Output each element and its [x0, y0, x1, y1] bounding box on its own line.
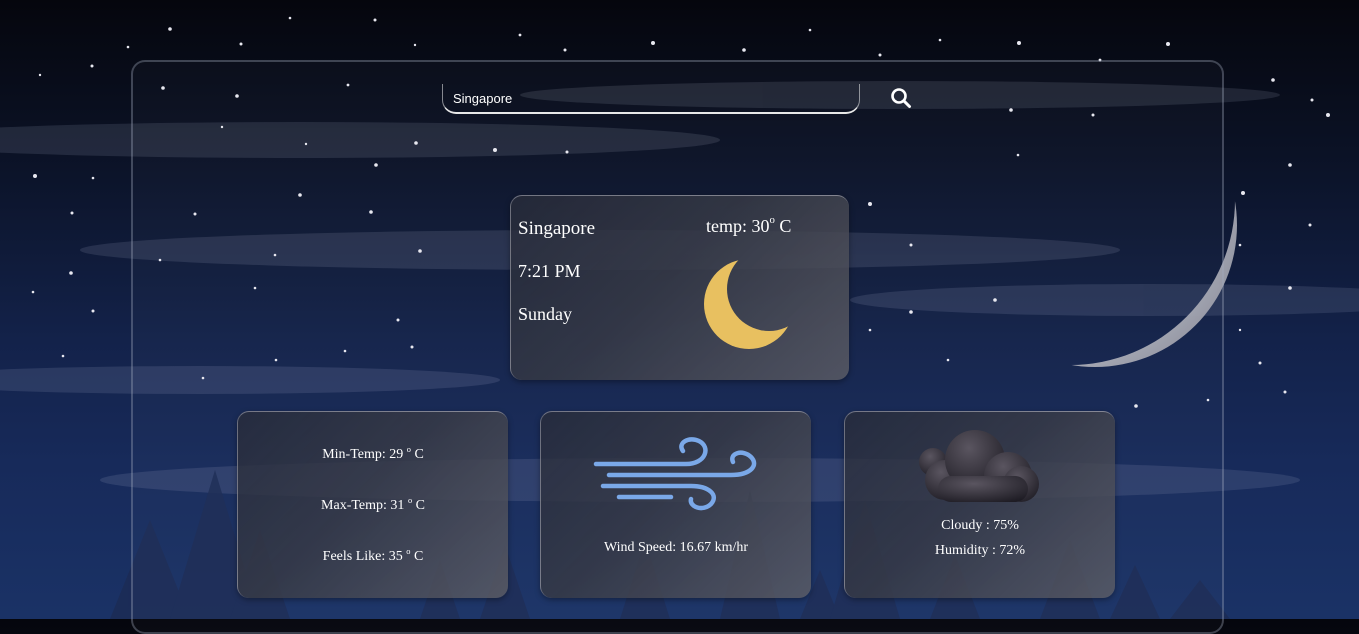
feels-like: Feels Like: 35 o C — [238, 547, 508, 565]
search-input[interactable] — [442, 84, 860, 114]
day-of-week: Sunday — [518, 304, 572, 324]
local-time: 7:21 PM — [518, 261, 581, 281]
temp-unit: C — [779, 216, 792, 236]
crescent-moon-icon — [704, 259, 794, 349]
city-name: Singapore — [518, 218, 596, 239]
temp-unit: C — [414, 447, 424, 462]
current-weather-card: Singapore 7:21 PM Sunday temp: 30o C — [510, 195, 849, 380]
temperature-range-card: Min-Temp: 29 o C Max-Temp: 31 o C Feels … — [237, 411, 508, 598]
degree-sign: o — [769, 214, 775, 226]
max-temp-value: Max-Temp: 31 — [321, 498, 405, 513]
search-button[interactable] — [889, 86, 913, 110]
current-temperature: temp: 30o C — [706, 214, 792, 237]
temp-value: temp: 30 — [706, 216, 770, 236]
cloudiness: Cloudy : 75% — [941, 518, 1019, 533]
feels-like-value: Feels Like: 35 — [322, 549, 403, 564]
degree-sign: o — [406, 547, 411, 556]
cloud-humidity-card: Cloudy : 75% Humidity : 72% — [844, 411, 1115, 598]
min-temp: Min-Temp: 29 o C — [238, 445, 508, 463]
search-bar — [442, 84, 860, 114]
temp-unit: C — [413, 549, 424, 564]
cloud-icon — [919, 430, 1039, 502]
max-temp: Max-Temp: 31 o C — [238, 496, 508, 514]
wind-card: Wind Speed: 16.67 km/hr — [540, 411, 811, 598]
min-temp-value: Min-Temp: 29 — [322, 447, 404, 462]
search-icon — [891, 88, 911, 108]
wind-icon — [593, 437, 757, 511]
degree-sign: o — [406, 445, 411, 454]
humidity: Humidity : 72% — [934, 543, 1026, 558]
wind-speed: Wind Speed: 16.67 km/hr — [603, 540, 749, 555]
temp-unit: C — [415, 498, 425, 513]
degree-sign: o — [407, 496, 413, 505]
